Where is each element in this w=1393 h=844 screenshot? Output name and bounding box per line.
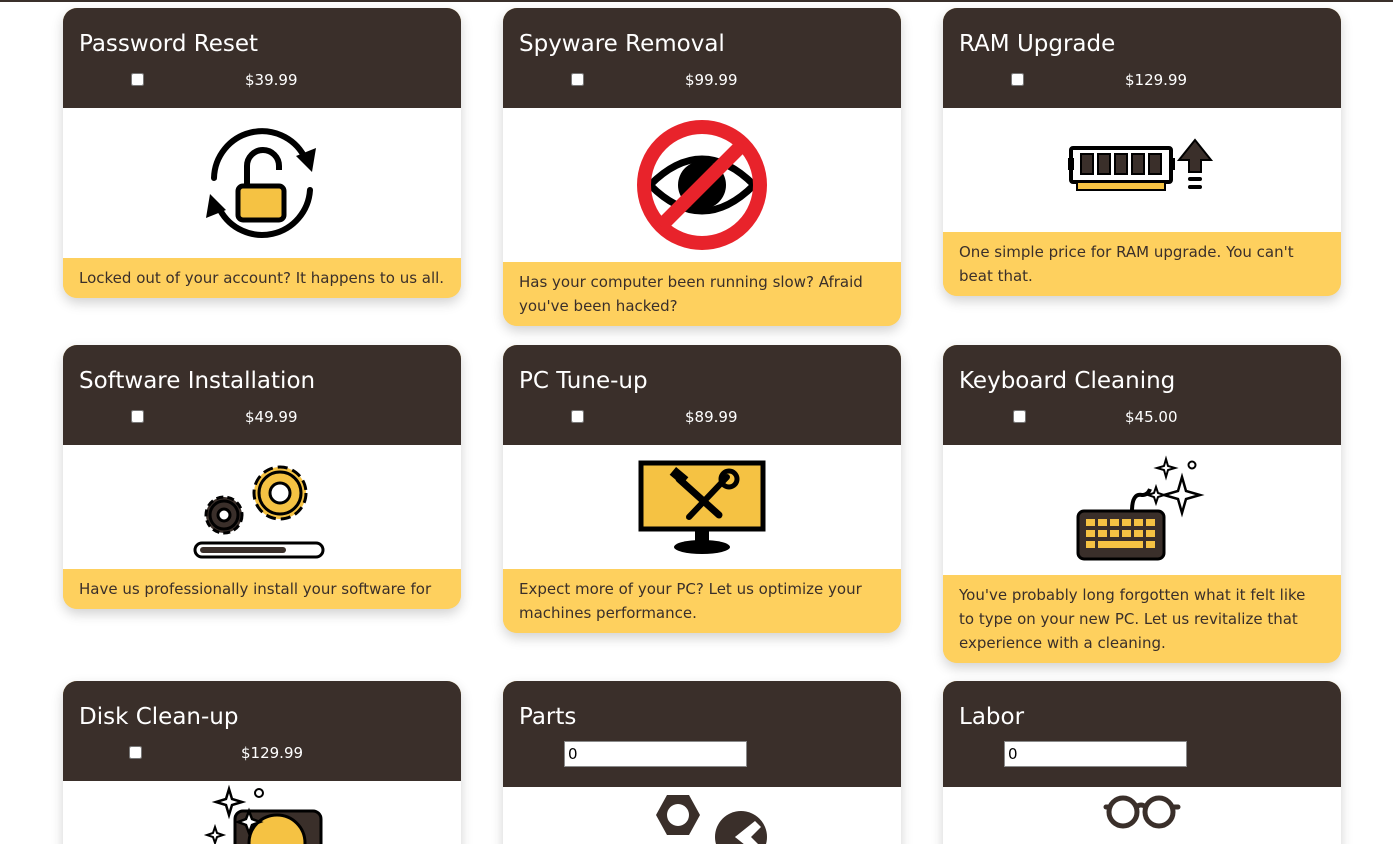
service-card-disk-clean-up: Disk Clean-up $129.99: [63, 681, 461, 844]
card-image: [503, 445, 901, 569]
select-spyware-removal-checkbox[interactable]: [571, 73, 584, 86]
card-header: Disk Clean-up $129.99: [63, 681, 461, 781]
ram-upgrade-icon: [1068, 138, 1214, 191]
card-price: $49.99: [245, 408, 298, 426]
card-description: Expect more of your PC? Let us optimize …: [503, 569, 901, 633]
card-header: RAM Upgrade $129.99: [943, 8, 1341, 108]
service-card-spyware-removal: Spyware Removal $99.99 Has your computer…: [503, 8, 901, 326]
glasses-icon: [1103, 795, 1181, 829]
card-header: Password Reset $39.99: [63, 8, 461, 108]
card-image: [503, 108, 901, 262]
gears-progress-icon: [193, 465, 325, 559]
card-image: [943, 787, 1341, 844]
card-title: Keyboard Cleaning: [959, 368, 1176, 394]
card-image: [943, 445, 1341, 575]
card-title: Password Reset: [79, 31, 258, 57]
card-price: $89.99: [685, 408, 738, 426]
select-pc-tune-up-checkbox[interactable]: [571, 410, 584, 423]
card-header: Spyware Removal $99.99: [503, 8, 901, 108]
service-card-password-reset: Password Reset $39.99 Locked out of your…: [63, 8, 461, 298]
card-image: [503, 787, 901, 844]
service-card-parts: Parts: [503, 681, 901, 844]
card-header: PC Tune-up $89.99: [503, 345, 901, 445]
card-header: Keyboard Cleaning $45.00: [943, 345, 1341, 445]
card-title: RAM Upgrade: [959, 31, 1116, 57]
sparkling-keyboard-icon: [1076, 455, 1205, 561]
card-price: $129.99: [241, 744, 304, 762]
service-card-software-installation: Software Installation $49.99 Have us pro…: [63, 345, 461, 609]
card-description: Has your computer been running slow? Afr…: [503, 262, 901, 326]
card-price: $45.00: [1125, 408, 1178, 426]
card-price: $39.99: [245, 71, 298, 89]
card-price: $129.99: [1125, 71, 1188, 89]
card-header: Parts: [503, 681, 901, 787]
select-password-reset-checkbox[interactable]: [131, 73, 144, 86]
card-header: Labor: [943, 681, 1341, 787]
top-border: [0, 0, 1393, 2]
select-disk-clean-up-checkbox[interactable]: [129, 746, 142, 759]
card-title: PC Tune-up: [519, 368, 648, 394]
card-description: One simple price for RAM upgrade. You ca…: [943, 232, 1341, 296]
card-image: [63, 108, 461, 258]
card-description: Locked out of your account? It happens t…: [63, 258, 461, 298]
monitor-tools-icon: [638, 460, 766, 554]
no-spyware-eye-icon: [637, 120, 767, 250]
select-keyboard-cleaning-checkbox[interactable]: [1013, 410, 1026, 423]
sparkling-disk-icon: [203, 784, 323, 844]
card-image: [63, 445, 461, 569]
parts-quantity-input[interactable]: [564, 741, 747, 767]
service-card-keyboard-cleaning: Keyboard Cleaning $45.00 You've probably…: [943, 345, 1341, 663]
card-title: Disk Clean-up: [79, 704, 239, 730]
card-price: $99.99: [685, 71, 738, 89]
unlock-refresh-icon: [206, 128, 316, 238]
select-ram-upgrade-checkbox[interactable]: [1011, 73, 1024, 86]
card-header: Software Installation $49.99: [63, 345, 461, 445]
service-card-pc-tune-up: PC Tune-up $89.99 Expect more of your PC…: [503, 345, 901, 633]
card-description: You've probably long forgotten what it f…: [943, 575, 1341, 663]
select-software-installation-checkbox[interactable]: [131, 410, 144, 423]
card-title: Parts: [519, 704, 577, 730]
card-description: Have us professionally install your soft…: [63, 569, 461, 609]
card-image: [943, 108, 1341, 232]
nut-wrench-icon: [656, 795, 767, 844]
labor-quantity-input[interactable]: [1004, 741, 1187, 767]
service-card-labor: Labor: [943, 681, 1341, 844]
card-image: [63, 781, 461, 844]
card-title: Software Installation: [79, 368, 316, 394]
card-title: Labor: [959, 704, 1025, 730]
card-title: Spyware Removal: [519, 31, 725, 57]
service-card-ram-upgrade: RAM Upgrade $129.99 One simple price for…: [943, 8, 1341, 296]
